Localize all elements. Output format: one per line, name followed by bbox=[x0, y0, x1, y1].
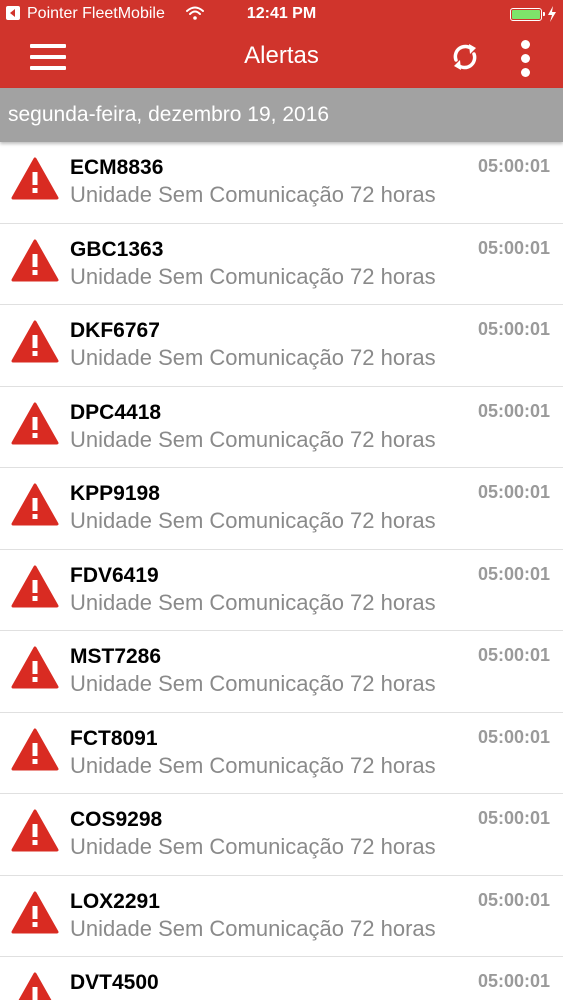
alert-message: Unidade Sem Comunicação 72 horas bbox=[70, 345, 436, 370]
alert-message: Unidade Sem Comunicação 72 horas bbox=[70, 182, 436, 207]
alert-message: Unidade Sem Comunicação 72 horas bbox=[70, 671, 436, 696]
alert-plate: DKF6767 bbox=[70, 319, 160, 342]
alert-time: 05:00:01 bbox=[477, 156, 550, 176]
alert-message: Unidade Sem Comunicação 72 horas bbox=[70, 263, 436, 289]
alert-time: 05:00:01 bbox=[477, 889, 550, 910]
battery-icon bbox=[510, 8, 545, 21]
alert-row[interactable]: DKF6767 Unidade Sem Comunicação 72 horas 0… bbox=[0, 305, 563, 387]
alert-time: 05:00:01 bbox=[477, 726, 550, 747]
alert-plate: DPC4418 bbox=[70, 400, 162, 424]
alert-row[interactable]: ECM8836 Unidade Sem Comunicação 72 horas 0… bbox=[0, 142, 563, 224]
alert-row[interactable]: DVT4500Unidade Sem Comunicação 72 horas0… bbox=[0, 957, 563, 1000]
alert-message: Unidade Sem Comunicação 72 horas bbox=[70, 589, 436, 615]
alert-plate: ECM8836 bbox=[70, 156, 164, 179]
refresh-icon[interactable] bbox=[449, 40, 481, 74]
alert-plate: DVT4500 bbox=[70, 971, 159, 994]
status-time: 12:41 PM bbox=[246, 5, 317, 22]
alert-message: Unidade Sem Comunicação 72 horas bbox=[70, 426, 436, 452]
alert-plate: FDV6419 bbox=[70, 563, 159, 587]
alert-plate: MST7286 bbox=[70, 645, 162, 668]
alert-plate: COS9298 bbox=[70, 808, 163, 831]
warning-icon bbox=[11, 483, 59, 526]
warning-icon bbox=[11, 157, 59, 200]
alert-message: Unidade Sem Comunicação 72 horas bbox=[70, 508, 436, 533]
warning-icon bbox=[11, 565, 59, 607]
app-header: Pointer FleetMobile 12:41 PM Alertas bbox=[0, 0, 563, 88]
alert-time: 05:00:01 bbox=[477, 563, 550, 584]
alert-time: 05:00:01 bbox=[477, 645, 550, 665]
warning-icon bbox=[11, 320, 59, 363]
alert-plate: LOX2291 bbox=[70, 889, 160, 913]
alert-row[interactable]: DPC4418 Unidade Sem Comunicação 72 horas 0… bbox=[0, 387, 563, 468]
alert-time: 05:00:01 bbox=[477, 400, 550, 421]
alert-time: 05:00:01 bbox=[477, 319, 550, 339]
alert-row[interactable]: LOX2291 Unidade Sem Comunicação 72 horas 0… bbox=[0, 876, 563, 957]
alert-row[interactable]: MST7286 Unidade Sem Comunicação 72 horas 0… bbox=[0, 631, 563, 713]
alert-message: Unidade Sem Comunicação 72 horas bbox=[70, 915, 436, 941]
alert-time: 05:00:01 bbox=[477, 808, 550, 828]
warning-icon bbox=[11, 891, 59, 933]
status-bar: Pointer FleetMobile 12:41 PM bbox=[0, 0, 563, 30]
alert-list: ECM8836 Unidade Sem Comunicação 72 horas 0… bbox=[0, 142, 563, 1000]
warning-icon bbox=[11, 646, 59, 689]
alert-plate: FCT8091 bbox=[70, 726, 158, 750]
alert-time: 05:00:01 bbox=[477, 237, 550, 258]
warning-icon bbox=[11, 809, 59, 852]
alert-row[interactable]: COS9298 Unidade Sem Comunicação 72 horas 0… bbox=[0, 794, 563, 876]
alert-message: Unidade Sem Comunicação 72 horas bbox=[70, 752, 436, 778]
warning-icon bbox=[11, 239, 59, 281]
warning-icon bbox=[11, 728, 59, 770]
alert-plate: KPP9198 bbox=[70, 482, 160, 505]
alert-row[interactable]: FDV6419 Unidade Sem Comunicação 72 horas 0… bbox=[0, 550, 563, 631]
alert-row[interactable]: GBC1363 Unidade Sem Comunicação 72 horas 0… bbox=[0, 224, 563, 305]
more-vertical-icon[interactable] bbox=[516, 40, 536, 78]
alert-message: Unidade Sem Comunicação 72 horas bbox=[70, 834, 436, 859]
warning-icon bbox=[11, 402, 59, 444]
alert-time: 05:00:01 bbox=[477, 482, 550, 502]
date-section-header: segunda-feira, dezembro 19, 2016 bbox=[0, 88, 563, 142]
alert-plate: GBC1363 bbox=[70, 237, 164, 261]
alert-row[interactable]: KPP9198 Unidade Sem Comunicação 72 horas 0… bbox=[0, 468, 563, 550]
warning-icon bbox=[18, 972, 52, 1000]
alert-time: 05:00:01 bbox=[477, 971, 550, 991]
charging-bolt-icon bbox=[548, 6, 556, 22]
alert-row[interactable]: FCT8091 Unidade Sem Comunicação 72 horas 0… bbox=[0, 713, 563, 794]
